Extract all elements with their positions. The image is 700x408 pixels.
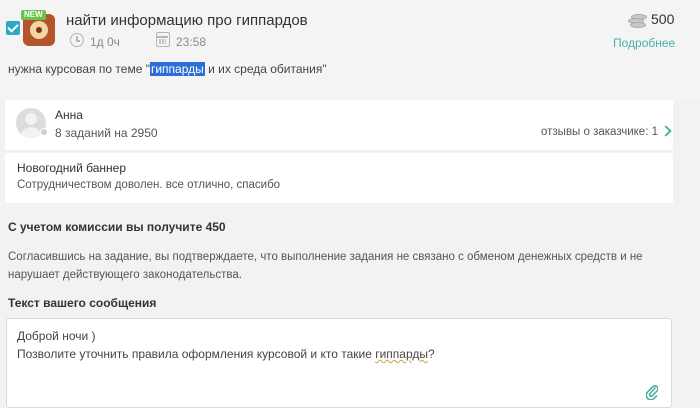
task-description: нужна курсовая по теме "гиппарды и их ср… <box>8 62 327 76</box>
description-text-before: нужна курсовая по теме " <box>8 62 150 76</box>
customer-name[interactable]: Анна <box>55 108 83 122</box>
details-link[interactable]: Подробнее <box>613 36 675 50</box>
time-ago: 1д 0ч <box>90 35 120 49</box>
paperclip-icon[interactable] <box>646 384 658 400</box>
new-badge: NEW <box>21 10 46 20</box>
customer-card[interactable] <box>5 100 673 150</box>
message-line-2[interactable]: Позволите уточнить правила оформления ку… <box>17 347 435 361</box>
description-highlight: гиппарды <box>149 62 205 76</box>
message-line-2-before: Позволите уточнить правила оформления ку… <box>17 347 376 361</box>
description-text-after: и их среда обитания" <box>204 62 327 76</box>
misspelled-word: гиппарды <box>375 347 428 361</box>
message-line-2-after: ? <box>428 347 435 361</box>
message-line-1[interactable]: Доброй ночи ) <box>17 329 96 343</box>
customer-reviews-link[interactable]: отзывы о заказчике: 1 <box>541 126 658 138</box>
task-avatar: NEW <box>21 10 57 46</box>
coins-icon <box>626 14 647 28</box>
message-label: Текст вашего сообщения <box>8 296 157 310</box>
clock-icon <box>70 33 84 47</box>
calendar-icon <box>156 32 170 47</box>
task-price: 500 <box>651 11 675 27</box>
review-title: Новогодний баннер <box>17 161 127 175</box>
task-title[interactable]: найти информацию про гиппардов <box>66 12 308 29</box>
customer-stats: 8 заданий на 2950 <box>55 126 158 140</box>
select-checkbox-icon[interactable] <box>6 21 20 35</box>
commission-text: С учетом комиссии вы получите 450 <box>8 220 226 234</box>
review-text: Сотрудничеством доволен. все отлично, сп… <box>17 179 281 191</box>
message-textarea[interactable] <box>6 318 672 408</box>
agreement-text: Согласившись на задание, вы подтверждает… <box>8 251 643 281</box>
online-status-icon <box>40 128 48 136</box>
task-time: 23:58 <box>176 35 207 49</box>
